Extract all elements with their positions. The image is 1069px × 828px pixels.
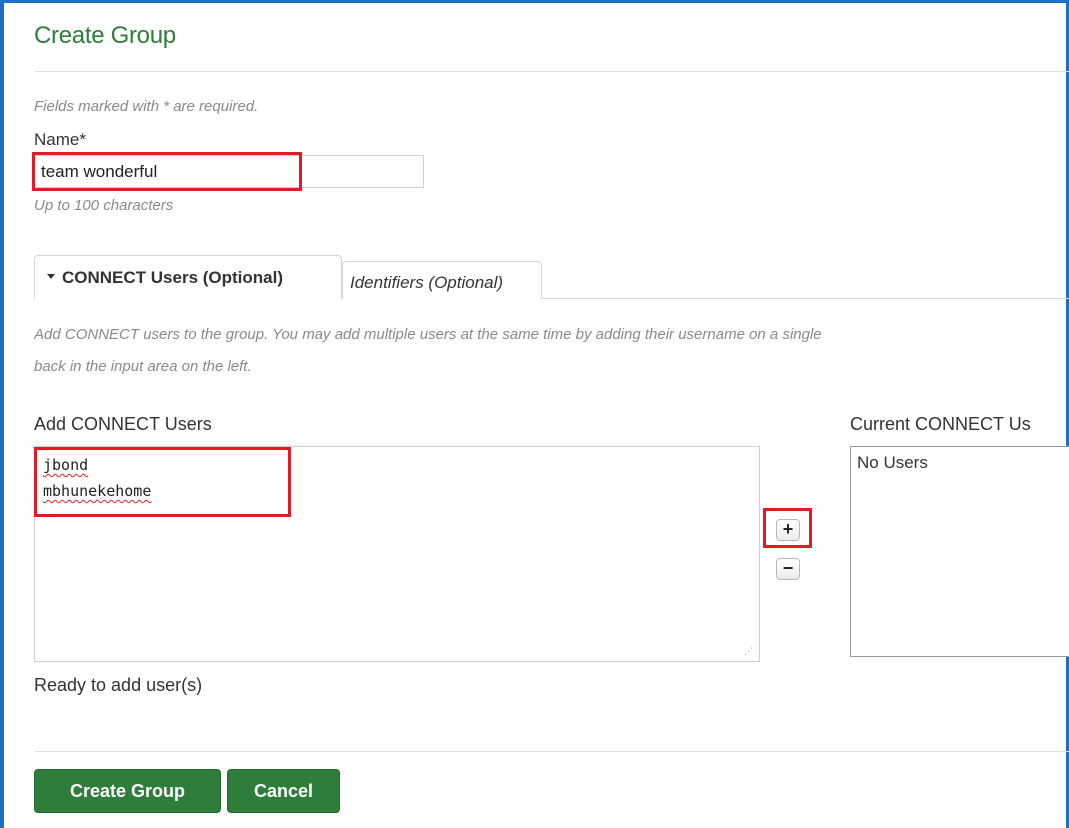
tab-identifiers[interactable]: Identifiers (Optional) — [342, 261, 542, 299]
connect-description-line-1: Add CONNECT users to the group. You may … — [34, 326, 822, 343]
add-user-button[interactable]: + — [776, 519, 800, 541]
name-label: Name* — [34, 130, 86, 149]
actions-divider — [34, 751, 1069, 752]
frame-top-border — [0, 0, 1069, 3]
title-divider — [34, 71, 1069, 72]
page-title: Create Group — [34, 22, 176, 49]
name-input[interactable]: team wonderful — [34, 155, 424, 188]
frame-left-border — [0, 0, 4, 828]
tab-identifiers-label: Identifiers (Optional) — [350, 273, 504, 292]
entered-user: mbhunekehome — [43, 482, 152, 500]
current-users-empty-text: No Users — [857, 453, 928, 472]
create-group-button[interactable]: Create Group — [34, 769, 221, 813]
cancel-button[interactable]: Cancel — [227, 769, 340, 813]
remove-user-button[interactable]: − — [776, 558, 800, 580]
add-users-textarea[interactable]: jbond mbhunekehome ⋰ — [34, 446, 760, 662]
connect-description-line-2: back in the input area on the left. — [34, 358, 252, 375]
name-help-text: Up to 100 characters — [34, 197, 174, 214]
tab-connect-users-label: CONNECT Users (Optional) — [47, 268, 283, 288]
entered-user: jbond — [43, 456, 89, 474]
tab-connect-users-text: CONNECT Users (Optional) — [62, 268, 284, 287]
add-users-label: Add CONNECT Users — [34, 414, 212, 434]
tab-connect-users[interactable]: CONNECT Users (Optional) — [34, 255, 342, 299]
resize-grip-icon[interactable]: ⋰ — [744, 647, 753, 656]
add-users-status: Ready to add user(s) — [34, 675, 203, 695]
current-users-list[interactable]: No Users — [850, 446, 1069, 657]
current-users-label: Current CONNECT Us — [850, 414, 1031, 434]
name-input-value: team wonderful — [41, 162, 158, 181]
required-fields-hint: Fields marked with * are required. — [34, 98, 259, 115]
caret-down-icon — [47, 274, 55, 280]
